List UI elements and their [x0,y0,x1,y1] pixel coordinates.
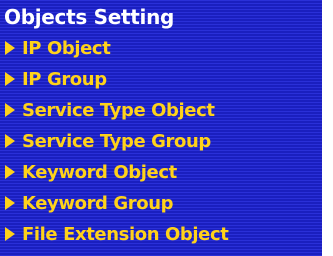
menu-item-label[interactable]: Service Type Group [22,126,211,157]
menu-item-label[interactable]: Keyword Group [22,188,174,219]
menu-item-label[interactable]: Service Type Object [22,95,215,126]
objects-setting-panel: Objects Setting IP Object IP Group Servi… [0,0,322,256]
menu-item-label[interactable]: IP Object [22,33,111,64]
menu-item-label[interactable]: File Extension Object [22,219,229,250]
triangle-right-icon [5,103,15,117]
menu-item-label[interactable]: Keyword Object [22,157,177,188]
triangle-right-icon [5,196,15,210]
panel-title: Objects Setting [4,5,175,29]
triangle-right-icon [5,41,15,55]
triangle-right-icon [5,165,15,179]
triangle-right-icon [5,72,15,86]
menu-item-label[interactable]: IP Group [22,64,107,95]
triangle-right-icon [5,134,15,148]
triangle-right-icon [5,227,15,241]
